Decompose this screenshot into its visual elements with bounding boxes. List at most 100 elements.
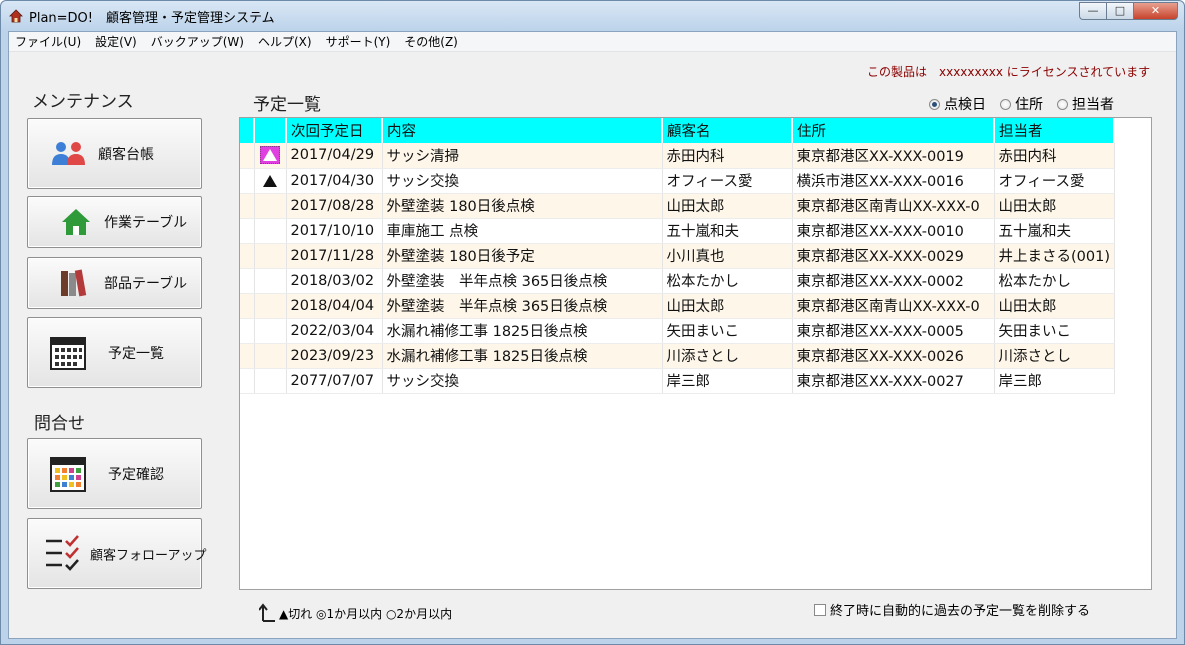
row-mark-cell xyxy=(254,318,287,344)
cell-date: 2023/09/23 xyxy=(286,343,383,369)
customer-followup-button[interactable]: 顧客フォローアップ xyxy=(27,518,206,589)
column-header-staff[interactable]: 担当者 xyxy=(994,118,1115,143)
cell-staff: 岸三郎 xyxy=(994,368,1115,394)
title-bar: Plan=DO! 顧客管理・予定管理システム — □ ✕ xyxy=(1,1,1184,31)
cell-content: 車庫施工 点検 xyxy=(382,218,663,244)
menu-other[interactable]: その他(Z) xyxy=(404,33,458,50)
column-header-address[interactable]: 住所 xyxy=(792,118,995,143)
auto-delete-option[interactable]: 終了時に自動的に過去の予定一覧を削除する xyxy=(814,600,1090,619)
cell-address: 東京都港区南青山XX-XXX-0 xyxy=(792,293,995,319)
auto-delete-checkbox[interactable] xyxy=(814,603,826,616)
cell-address: 東京都港区XX-XXX-0010 xyxy=(792,218,995,244)
cell-date: 2017/04/29 xyxy=(286,143,383,169)
customer-followup-label: 顧客フォローアップ xyxy=(90,548,207,563)
sort-by-date-radio[interactable]: 点検日 xyxy=(929,94,986,114)
table-row[interactable]: 2023/09/23 水漏れ補修工事 1825日後点検 川添さとし 東京都港区XX-X… xyxy=(240,343,1115,369)
cell-staff: 矢田まいこ xyxy=(994,318,1115,344)
cell-staff: 赤田内科 xyxy=(994,143,1115,169)
column-header-content[interactable]: 内容 xyxy=(382,118,663,143)
cell-customer: 小川真也 xyxy=(662,243,793,269)
table-row[interactable]: 2018/03/02 外壁塗装 半年点検 365日後点検 松本たかし 東京都港区XX-… xyxy=(240,268,1115,294)
menu-file[interactable]: ファイル(U) xyxy=(15,33,81,50)
schedule-list-title: 予定一覧 xyxy=(253,95,321,115)
cell-address: 東京都港区XX-XXX-0002 xyxy=(792,268,995,294)
row-selector[interactable] xyxy=(240,168,255,194)
maintenance-heading: メンテナンス xyxy=(32,92,134,112)
menu-help[interactable]: ヘルプ(X) xyxy=(258,33,312,50)
row-selector[interactable] xyxy=(240,218,255,244)
checklist-icon xyxy=(46,534,79,571)
row-selector[interactable] xyxy=(240,268,255,294)
cell-content: サッシ交換 xyxy=(382,168,663,194)
cell-date: 2017/04/30 xyxy=(286,168,383,194)
table-row[interactable]: 2018/04/04 外壁塗装 半年点検 365日後点検 山田太郎 東京都港区南青山X… xyxy=(240,293,1115,319)
work-table-button[interactable]: 作業テーブル xyxy=(27,196,202,248)
mark-header xyxy=(254,118,287,143)
inquiry-heading: 問合せ xyxy=(34,414,85,434)
table-row[interactable]: 2017/10/10 車庫施工 点検 五十嵐和夫 東京都港区XX-XXX-0010 五十… xyxy=(240,218,1115,244)
table-row[interactable]: 2017/04/30 サッシ交換 オフィース愛 横浜市港区XX-XXX-0016 オフィ… xyxy=(240,168,1115,194)
cell-content: サッシ清掃 xyxy=(382,143,663,169)
row-selector[interactable] xyxy=(240,368,255,394)
column-header-customer[interactable]: 顧客名 xyxy=(662,118,793,143)
customer-ledger-label: 顧客台帳 xyxy=(98,146,154,163)
row-selector[interactable] xyxy=(240,193,255,219)
column-header-date[interactable]: 次回予定日 xyxy=(286,118,383,143)
table-row[interactable]: 2017/11/28 外壁塗装 180日後予定 小川真也 東京都港区XX-XXX-00… xyxy=(240,243,1115,269)
row-selector[interactable] xyxy=(240,293,255,319)
cell-staff: オフィース愛 xyxy=(994,168,1115,194)
table-row[interactable]: 2077/07/07 サッシ交換 岸三郎 東京都港区XX-XXX-0027 岸三郎 xyxy=(240,368,1115,394)
window-title: Plan=DO! 顧客管理・予定管理システム xyxy=(29,11,275,26)
table-row[interactable]: 2017/08/28 外壁塗装 180日後点検 山田太郎 東京都港区南青山XX-XXX… xyxy=(240,193,1115,219)
cell-date: 2017/11/28 xyxy=(286,243,383,269)
cell-customer: 山田太郎 xyxy=(662,193,793,219)
auto-delete-label: 終了時に自動的に過去の予定一覧を削除する xyxy=(830,604,1091,619)
sort-by-address-radio[interactable]: 住所 xyxy=(1000,94,1043,114)
cell-customer: 五十嵐和夫 xyxy=(662,218,793,244)
menu-support[interactable]: サポート(Y) xyxy=(326,33,391,50)
cell-address: 東京都港区XX-XXX-0029 xyxy=(792,243,995,269)
row-selector[interactable] xyxy=(240,343,255,369)
table-body: 2017/04/29 サッシ清掃 赤田内科 東京都港区XX-XXX-0019 赤田内科 2… xyxy=(240,143,1115,394)
row-selector[interactable] xyxy=(240,318,255,344)
cell-date: 2018/04/04 xyxy=(286,293,383,319)
radio-icon xyxy=(1000,98,1011,110)
cell-address: 東京都港区XX-XXX-0019 xyxy=(792,143,995,169)
expired-marker-icon xyxy=(260,146,280,165)
cell-address: 東京都港区XX-XXX-0027 xyxy=(792,368,995,394)
maximize-button[interactable]: □ xyxy=(1106,2,1133,20)
schedule-confirm-button[interactable]: 予定確認 xyxy=(27,438,202,509)
menu-backup[interactable]: バックアップ(W) xyxy=(151,33,244,50)
cell-date: 2022/03/04 xyxy=(286,318,383,344)
cell-address: 東京都港区XX-XXX-0005 xyxy=(792,318,995,344)
table-row[interactable]: 2017/04/29 サッシ清掃 赤田内科 東京都港区XX-XXX-0019 赤田内科 xyxy=(240,143,1115,169)
cell-customer: 赤田内科 xyxy=(662,143,793,169)
close-button[interactable]: ✕ xyxy=(1133,2,1178,20)
cell-staff: 山田太郎 xyxy=(994,193,1115,219)
menu-bar: ファイル(U) 設定(V) バックアップ(W) ヘルプ(X) サポート(Y) そ… xyxy=(9,32,1176,52)
row-selector[interactable] xyxy=(240,243,255,269)
cell-content: サッシ交換 xyxy=(382,368,663,394)
cell-customer: 松本たかし xyxy=(662,268,793,294)
cell-address: 横浜市港区XX-XXX-0016 xyxy=(792,168,995,194)
cell-staff: 山田太郎 xyxy=(994,293,1115,319)
schedule-grid[interactable]: 次回予定日 内容 顧客名 住所 担当者 2017/04/29 サッシ清掃 赤田内科東… xyxy=(239,117,1152,590)
sort-by-staff-radio[interactable]: 担当者 xyxy=(1057,94,1114,114)
cell-content: 外壁塗装 半年点検 365日後点検 xyxy=(382,293,663,319)
menu-settings[interactable]: 設定(V) xyxy=(95,33,137,50)
window-controls: — □ ✕ xyxy=(1079,2,1178,20)
app-window: Plan=DO! 顧客管理・予定管理システム — □ ✕ ファイル(U) 設定(… xyxy=(0,0,1185,645)
parts-table-label: 部品テーブル xyxy=(104,276,188,292)
table-row[interactable]: 2022/03/04 水漏れ補修工事 1825日後点検 矢田まいこ 東京都港区XX-X… xyxy=(240,318,1115,344)
schedule-list-button[interactable]: 予定一覧 xyxy=(27,317,202,388)
work-table-label: 作業テーブル xyxy=(104,215,188,231)
client-area: ファイル(U) 設定(V) バックアップ(W) ヘルプ(X) サポート(Y) そ… xyxy=(8,31,1177,639)
row-selector[interactable] xyxy=(240,143,255,169)
customer-ledger-button[interactable]: 顧客台帳 xyxy=(27,118,202,189)
row-mark-cell xyxy=(254,218,287,244)
parts-table-button[interactable]: 部品テーブル xyxy=(27,257,202,309)
minimize-button[interactable]: — xyxy=(1079,2,1106,20)
cell-customer: 山田太郎 xyxy=(662,293,793,319)
cell-content: 水漏れ補修工事 1825日後点検 xyxy=(382,318,663,344)
table-header-row: 次回予定日 内容 顧客名 住所 担当者 xyxy=(240,118,1115,143)
